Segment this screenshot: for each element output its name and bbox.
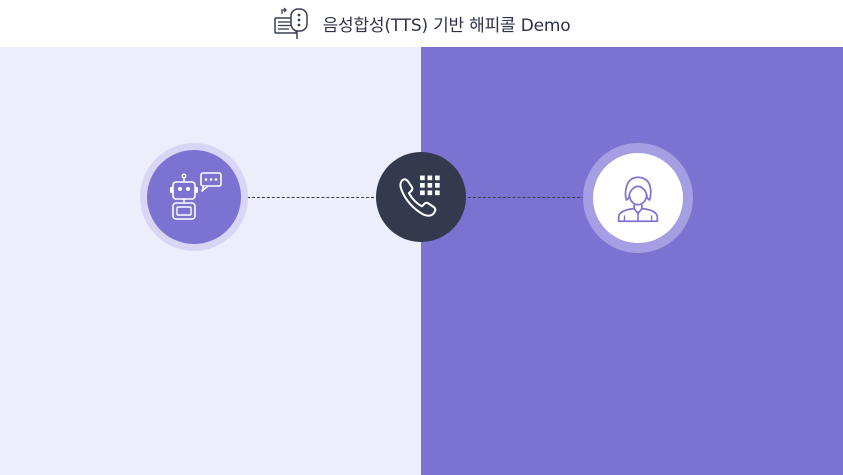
bot-side-panel xyxy=(0,47,421,475)
page-title: 음성합성(TTS) 기반 해피콜 Demo xyxy=(322,16,571,36)
app-header: 음성합성(TTS) 기반 해피콜 Demo xyxy=(0,0,843,47)
customer-call-connector xyxy=(463,197,585,198)
customer-side-panel xyxy=(421,47,843,475)
bot-call-connector xyxy=(247,197,379,198)
customer-avatar-circle xyxy=(593,153,683,243)
robot-chat-icon xyxy=(170,172,222,220)
bot-avatar-circle xyxy=(147,150,241,244)
woman-user-icon xyxy=(617,176,659,223)
phone-keypad-icon xyxy=(399,175,440,217)
bot-avatar xyxy=(140,143,248,251)
chat-document-icon xyxy=(273,7,308,39)
call-hub xyxy=(376,152,466,242)
customer-avatar xyxy=(583,143,693,253)
